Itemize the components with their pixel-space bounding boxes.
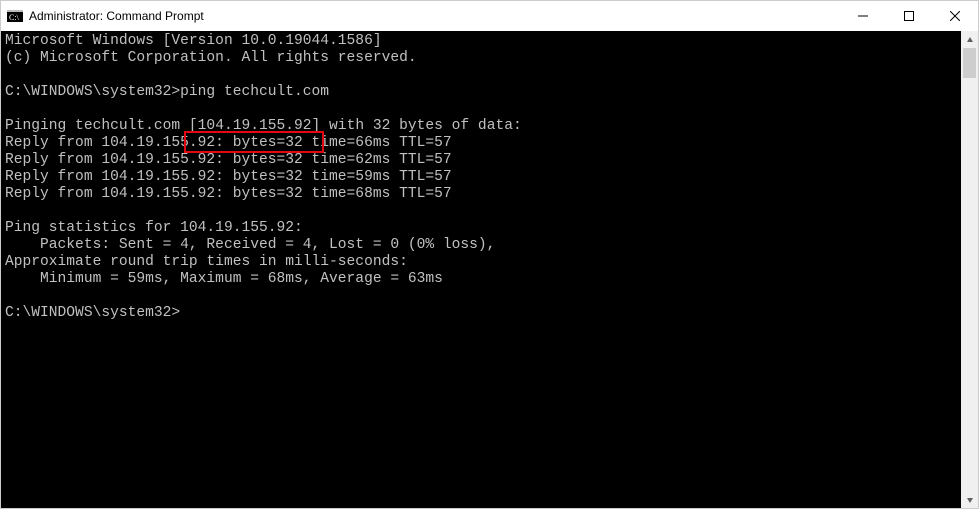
scroll-track[interactable] [961,48,978,491]
command-input: ping techcult.com [180,84,329,100]
output-line: Minimum = 59ms, Maximum = 68ms, Average … [5,271,443,287]
close-button[interactable] [932,1,978,31]
ip-highlighted: [104.19.155.92] [189,118,320,134]
minimize-button[interactable] [840,1,886,31]
output-line: Approximate round trip times in milli-se… [5,254,408,270]
titlebar[interactable]: C:\ Administrator: Command Prompt [1,1,978,31]
output-line: Reply from 104.19.155.92: bytes=32 time=… [5,152,452,168]
output-line: (c) Microsoft Corporation. All rights re… [5,50,417,66]
output-line: Packets: Sent = 4, Received = 4, Lost = … [5,237,495,253]
scroll-thumb[interactable] [963,48,976,78]
prompt: C:\WINDOWS\system32> [5,305,180,321]
output-line: Reply from 104.19.155.92: bytes=32 time=… [5,186,452,202]
window-title: Administrator: Command Prompt [29,9,840,23]
scroll-down-icon[interactable] [961,491,978,508]
svg-text:C:\: C:\ [9,13,20,22]
output-line: Pinging techcult.com [5,118,189,134]
window-controls [840,1,978,31]
prompt: C:\WINDOWS\system32> [5,84,180,100]
scrollbar[interactable] [961,31,978,508]
terminal[interactable]: Microsoft Windows [Version 10.0.19044.15… [1,31,961,508]
terminal-container: Microsoft Windows [Version 10.0.19044.15… [1,31,978,508]
output-line: Ping statistics for 104.19.155.92: [5,220,303,236]
scroll-up-icon[interactable] [961,31,978,48]
output-line: Reply from 104.19.155.92: bytes=32 time=… [5,169,452,185]
output-line: Reply from 104.19.155.92: bytes=32 time=… [5,135,452,151]
cmd-icon: C:\ [7,8,23,24]
maximize-button[interactable] [886,1,932,31]
output-line: with 32 bytes of data: [320,118,521,134]
output-line: Microsoft Windows [Version 10.0.19044.15… [5,33,382,49]
